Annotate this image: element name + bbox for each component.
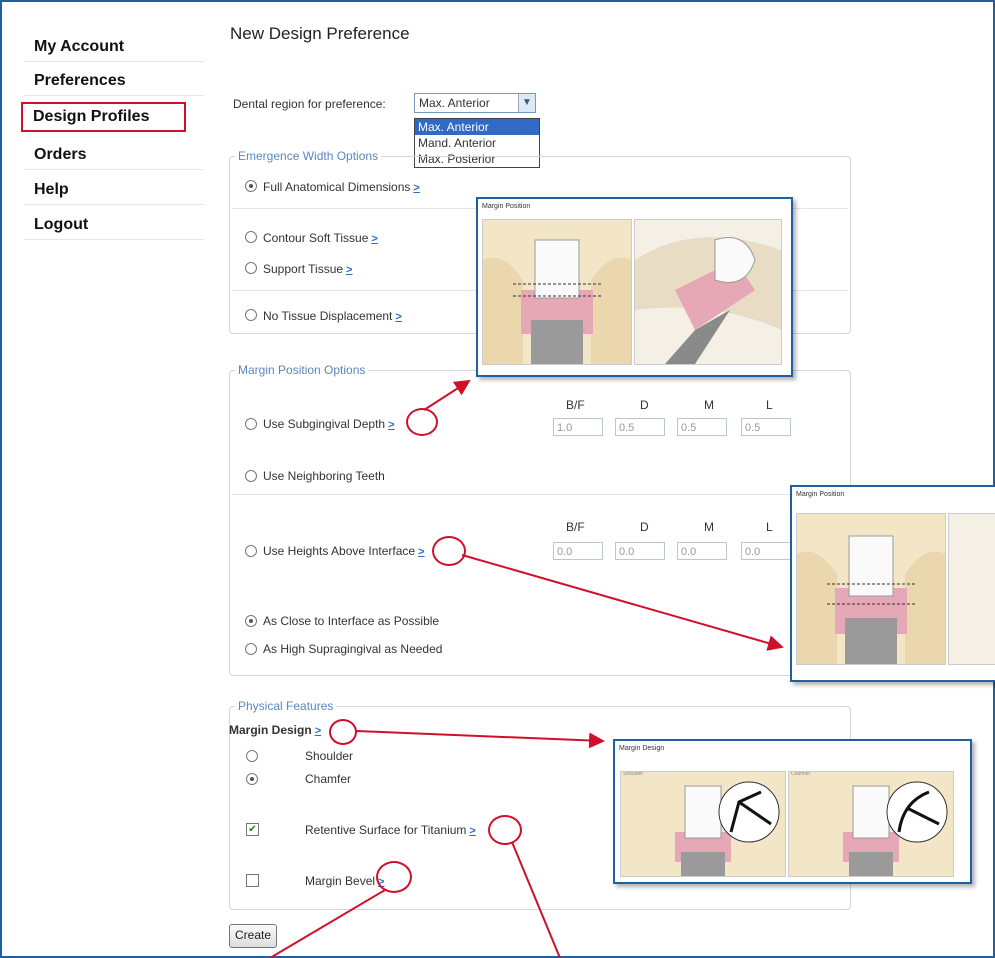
- callout-arrows: [269, 379, 784, 958]
